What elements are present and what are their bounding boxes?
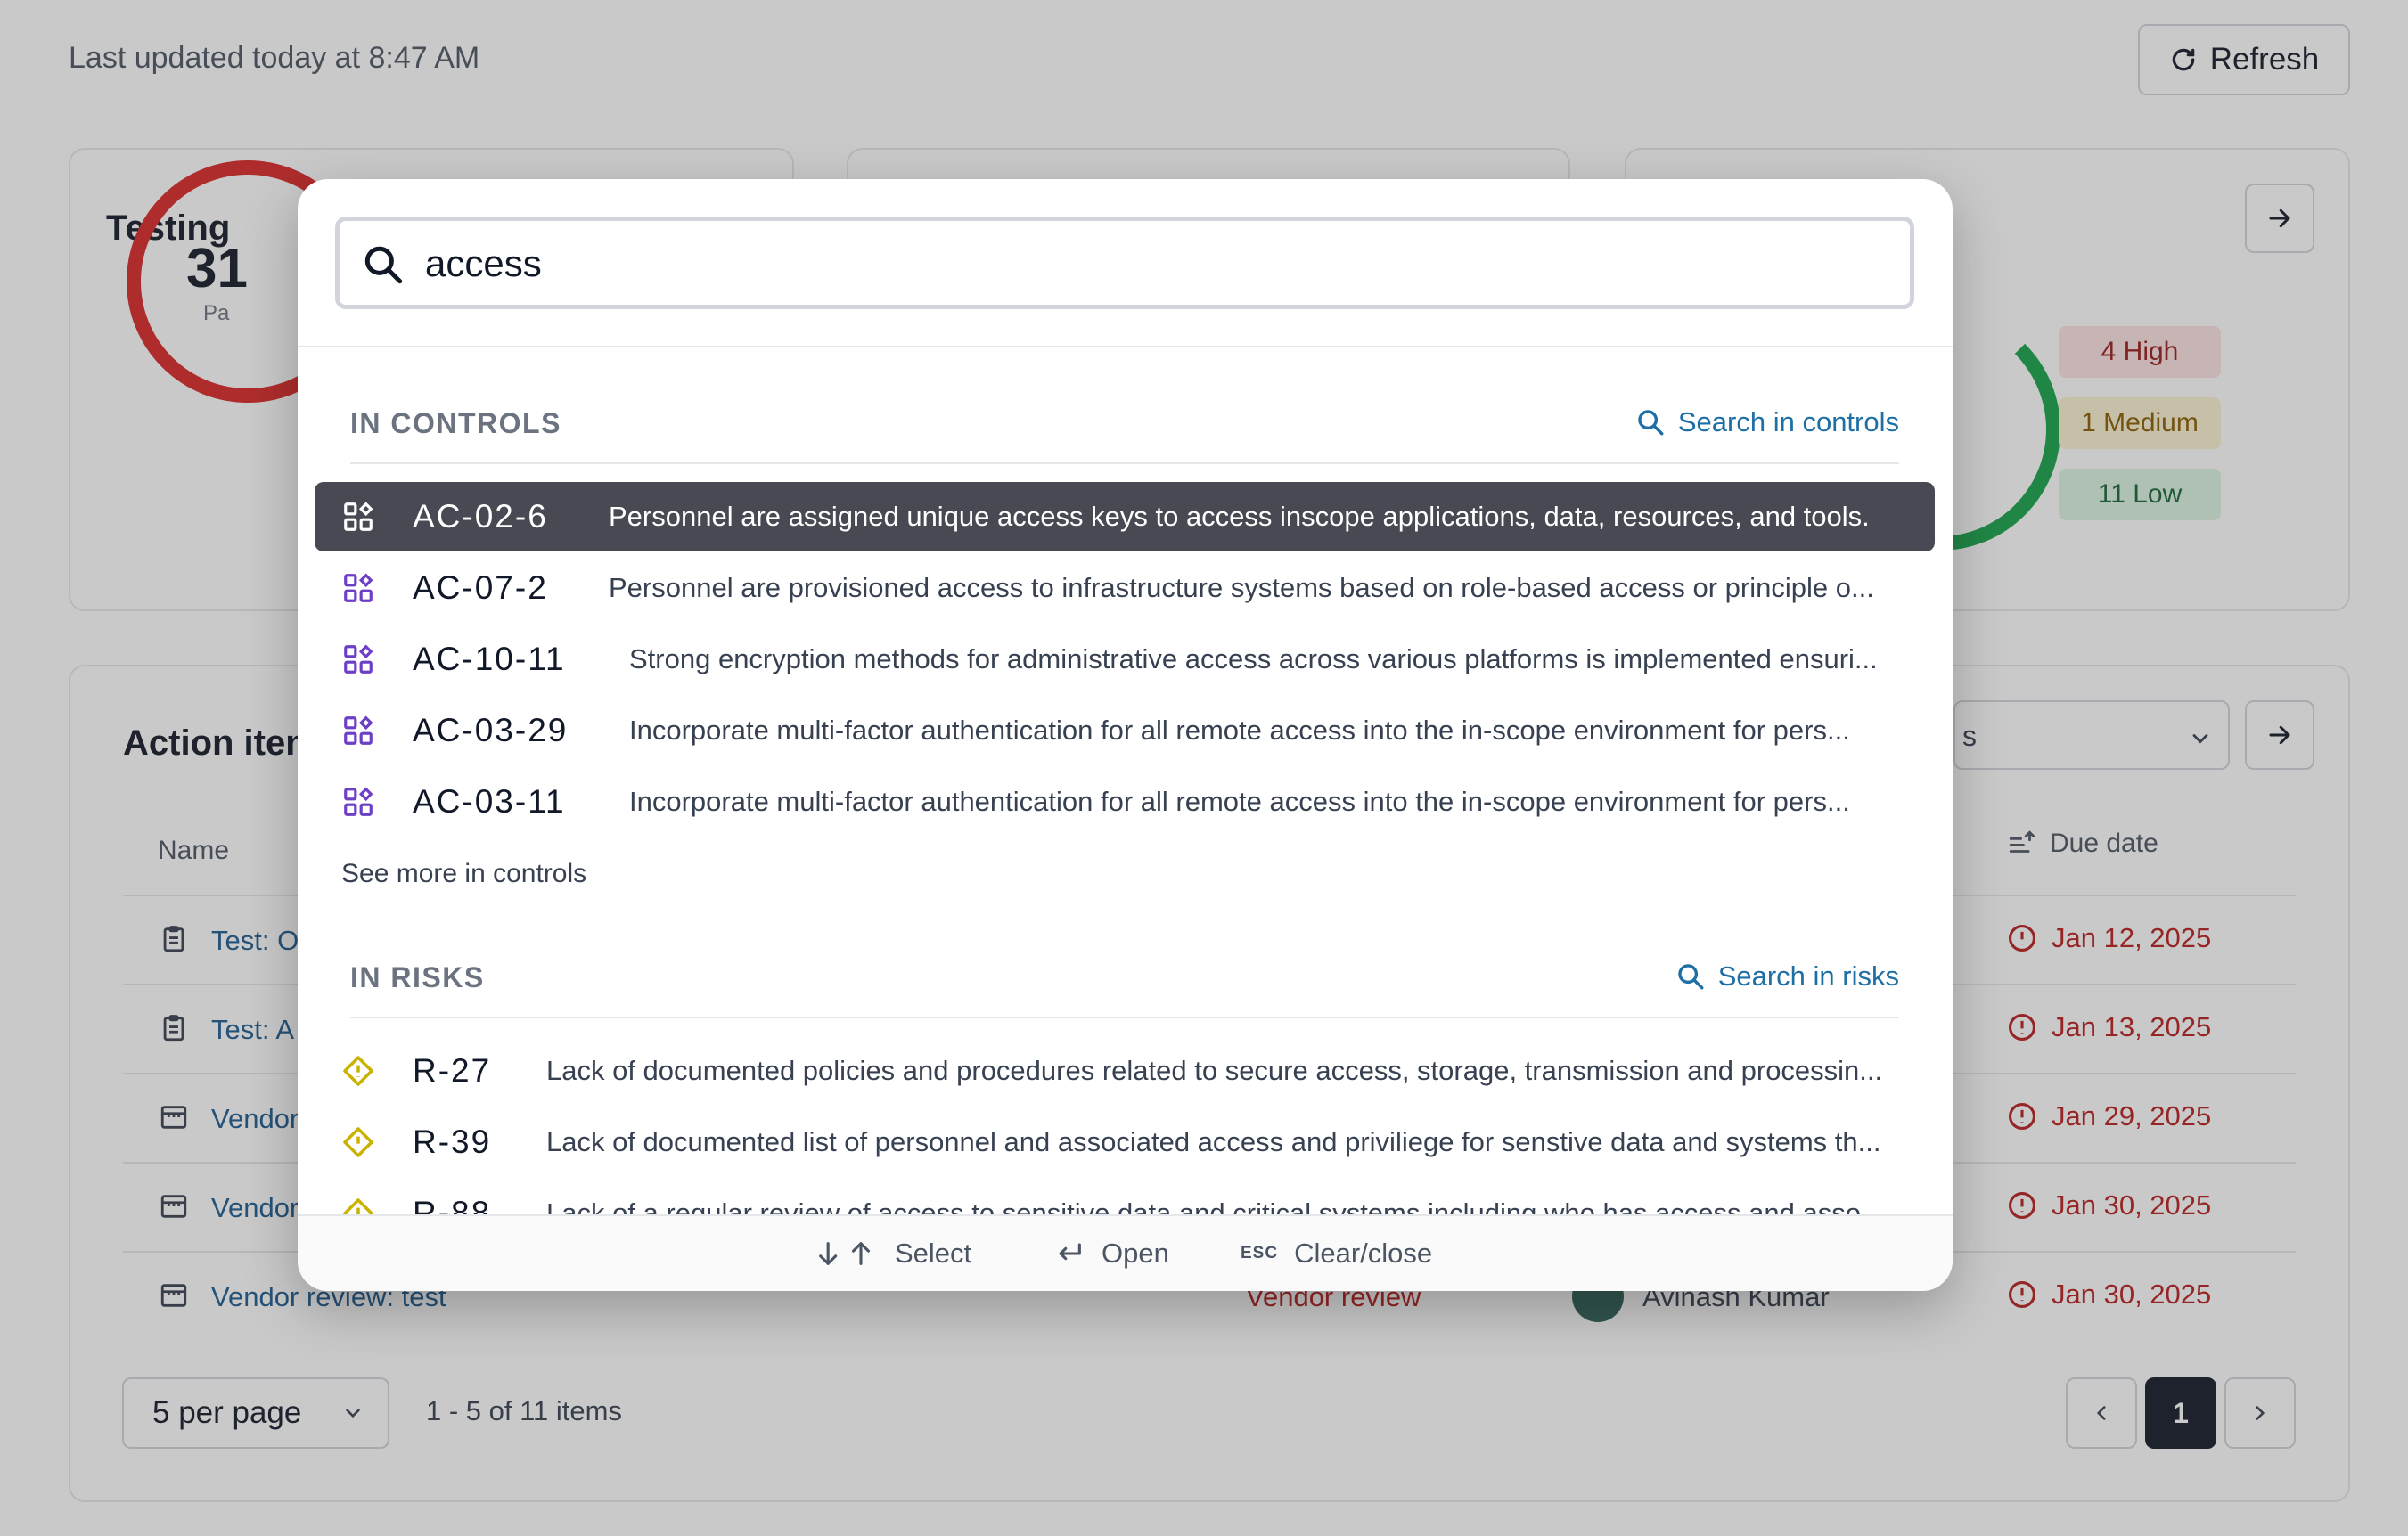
- risk-warning-icon: [343, 1127, 373, 1157]
- search-in-controls-label: Search in controls: [1677, 406, 1899, 437]
- section-divider: [350, 1017, 1899, 1018]
- clear-close-label: Clear/close: [1294, 1238, 1433, 1269]
- control-icon: [344, 787, 373, 816]
- control-icon: [344, 502, 373, 531]
- search-modal: IN CONTROLS Search in controls AC-02-6 P…: [298, 179, 1953, 1291]
- control-result-item[interactable]: AC-10-11 Strong encryption methods for a…: [315, 625, 1935, 694]
- modal-divider: [298, 346, 1953, 347]
- control-description: Personnel are assigned unique access key…: [609, 501, 1870, 532]
- risk-id: R-39: [413, 1123, 492, 1160]
- control-id: AC-07-2: [413, 569, 548, 606]
- control-id: AC-02-6: [413, 498, 548, 535]
- search-icon: [1638, 410, 1664, 436]
- search-icon: [1677, 964, 1704, 990]
- search-box[interactable]: [335, 217, 1914, 309]
- control-result-item[interactable]: AC-03-11 Incorporate multi-factor authen…: [315, 767, 1935, 837]
- section-divider: [350, 462, 1899, 464]
- risk-warning-icon: [343, 1056, 373, 1086]
- enter-key-icon: [1059, 1243, 1081, 1261]
- control-description: Personnel are provisioned access to infr…: [609, 572, 1874, 603]
- open-hint: Open: [1053, 1238, 1169, 1270]
- control-icon: [344, 573, 373, 602]
- clear-close-hint: ESC Clear/close: [1241, 1238, 1432, 1270]
- control-id: AC-03-29: [413, 712, 569, 748]
- risk-description: Lack of documented list of personnel and…: [546, 1126, 1881, 1157]
- control-id: AC-03-11: [413, 783, 566, 820]
- select-hint: Select: [813, 1238, 971, 1270]
- arrow-down-up-icon: [819, 1242, 871, 1265]
- risk-description: Lack of documented policies and procedur…: [546, 1055, 1883, 1086]
- control-result-item[interactable]: AC-02-6 Personnel are assigned unique ac…: [315, 482, 1935, 551]
- search-icon: [364, 246, 403, 284]
- select-hint-label: Select: [895, 1238, 972, 1269]
- control-icon: [344, 644, 373, 674]
- open-hint-label: Open: [1102, 1238, 1169, 1269]
- control-result-item[interactable]: AC-07-2 Personnel are provisioned access…: [315, 553, 1935, 623]
- control-description: Incorporate multi-factor authentication …: [629, 715, 1850, 746]
- control-icon: [344, 715, 373, 745]
- risk-result-item[interactable]: R-39 Lack of documented list of personne…: [315, 1107, 1935, 1177]
- control-id: AC-10-11: [413, 641, 566, 677]
- control-description: Incorporate multi-factor authentication …: [629, 786, 1850, 817]
- control-result-item[interactable]: AC-03-29 Incorporate multi-factor authen…: [315, 696, 1935, 765]
- search-in-controls-link[interactable]: Search in controls: [1635, 406, 1899, 438]
- search-in-risks-label: Search in risks: [1717, 960, 1899, 992]
- search-in-risks-link[interactable]: Search in risks: [1675, 960, 1899, 993]
- controls-section-title: IN CONTROLS: [350, 407, 561, 439]
- risk-result-item[interactable]: R-27 Lack of documented policies and pro…: [315, 1036, 1935, 1106]
- control-description: Strong encryption methods for administra…: [629, 643, 1878, 674]
- risks-section-title: IN RISKS: [350, 961, 485, 993]
- risk-id: R-27: [413, 1052, 492, 1089]
- esc-key-icon: ESC: [1241, 1244, 1279, 1262]
- search-input[interactable]: [425, 237, 1887, 290]
- see-more-controls-link[interactable]: See more in controls: [341, 859, 586, 889]
- modal-footer: Select Open ESC Clear/close: [298, 1214, 1953, 1291]
